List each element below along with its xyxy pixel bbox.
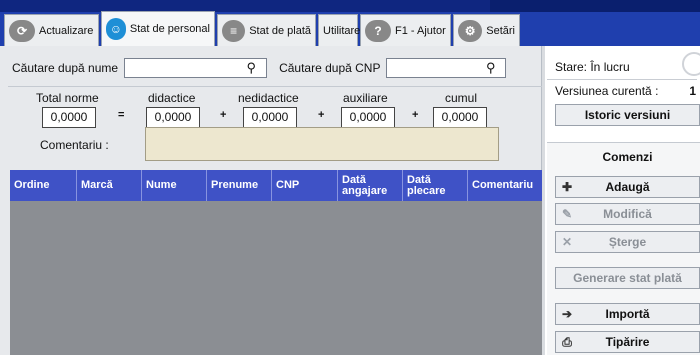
col-data-plecare[interactable]: Dată plecare [403,170,468,201]
status-text: Stare: În lucru [555,60,630,74]
button-label: Tipărire [605,335,650,349]
plus-sign: + [412,109,419,121]
status-indicator-icon [682,52,700,76]
import-button[interactable]: ➔ Importă [555,303,700,325]
auxiliare-field[interactable]: 0,0000 [341,107,395,128]
generate-payroll-button[interactable]: Generare stat plată [555,267,700,289]
nedidactice-field[interactable]: 0,0000 [243,107,297,128]
plus-sign: + [220,109,227,121]
refresh-icon: ⟳ [9,19,35,42]
didactice-label: didactice [148,91,196,105]
button-label: Generare stat plată [573,271,682,285]
plus-sign: + [318,109,325,121]
col-cnp[interactable]: CNP [272,170,338,201]
didactice-field[interactable]: 0,0000 [146,107,200,128]
plus-icon: ✚ [561,180,573,194]
commands-title: Comenzi [602,150,653,164]
tab-label: Stat de plată [249,24,311,37]
tab-stat-de-personal[interactable]: ☺ Stat de personal [101,11,215,46]
button-label: Istoric versiuni [584,108,671,122]
close-icon: ✕ [561,235,573,249]
print-button[interactable]: ⎙ Tipărire [555,331,700,353]
version-label: Versiunea curentă : [555,84,659,98]
main-panel: Căutare după nume ⚲ Căutare după CNP ⚲ T… [0,46,542,355]
tab-utilitare[interactable]: Utilitare [318,14,361,46]
gear-icon: ⚙ [458,19,483,42]
grid-body[interactable] [10,201,542,355]
total-norme-label: Total norme [36,91,99,105]
comment-label: Comentariu : [40,138,109,152]
person-icon: ☺ [106,18,126,40]
col-prenume[interactable]: Prenume [207,170,272,201]
delete-button[interactable]: ✕ Șterge [555,231,700,253]
button-label: Importă [605,307,650,321]
button-label: Adaugă [605,180,650,194]
version-value: 1 [689,84,696,98]
top-tab-bar: ⟳ Actualizare ☺ Stat de personal ≡ Stat … [0,0,700,46]
title-strip-right [490,0,700,12]
tab-label: Actualizare [39,24,94,37]
search-cnp-label: Căutare după CNP [279,61,381,75]
right-panel: Stare: În lucru Versiunea curentă : 1 Is… [545,46,700,355]
col-marca[interactable]: Marcă [77,170,142,201]
total-norme-field[interactable]: 0,0000 [42,107,96,128]
equals-sign: = [118,109,125,121]
col-nume[interactable]: Nume [142,170,207,201]
edit-button[interactable]: ✎ Modifică [555,203,700,225]
auxiliare-label: auxiliare [343,91,388,105]
list-icon: ≡ [222,19,246,42]
pencil-icon: ✎ [561,207,573,221]
col-ordine[interactable]: Ordine [10,170,77,201]
button-label: Șterge [608,235,647,249]
help-icon: ? [365,19,391,42]
title-strip [0,0,490,12]
tab-setari[interactable]: ⚙ Setări [453,14,520,46]
printer-icon: ⎙ [562,334,572,349]
search-name-input[interactable]: ⚲ [124,58,268,78]
tab-actualizare[interactable]: ⟳ Actualizare [4,14,99,46]
search-row: Căutare după nume ⚲ Căutare după CNP ⚲ [12,58,507,78]
tab-ajutor[interactable]: ? F1 - Ajutor [360,14,451,46]
divider [547,79,697,80]
add-button[interactable]: ✚ Adaugă [555,176,700,198]
tab-label: F1 - Ajutor [395,24,446,37]
version-history-button[interactable]: Istoric versiuni [555,104,700,126]
grid-header: Ordine Marcă Nume Prenume CNP Dată angaj… [10,170,542,201]
tab-label: Utilitare [323,24,361,37]
search-name-label: Căutare după nume [12,61,119,75]
nedidactice-label: nedidactice [238,91,299,105]
search-cnp-input[interactable]: ⚲ [386,58,507,78]
search-icon[interactable]: ⚲ [247,60,257,76]
search-icon[interactable]: ⚲ [486,60,496,76]
cumul-label: cumul [445,91,478,105]
col-comentariu[interactable]: Comentariu [468,170,542,201]
cumul-field[interactable]: 0,0000 [433,107,487,128]
tab-label: Setări [486,24,515,37]
tab-stat-de-plata[interactable]: ≡ Stat de plată [217,14,316,46]
button-label: Modifică [603,207,652,221]
import-icon: ➔ [561,307,573,321]
comment-field[interactable] [145,127,499,161]
col-data-angajare[interactable]: Dată angajare [338,170,403,201]
tab-label: Stat de personal [129,23,210,35]
